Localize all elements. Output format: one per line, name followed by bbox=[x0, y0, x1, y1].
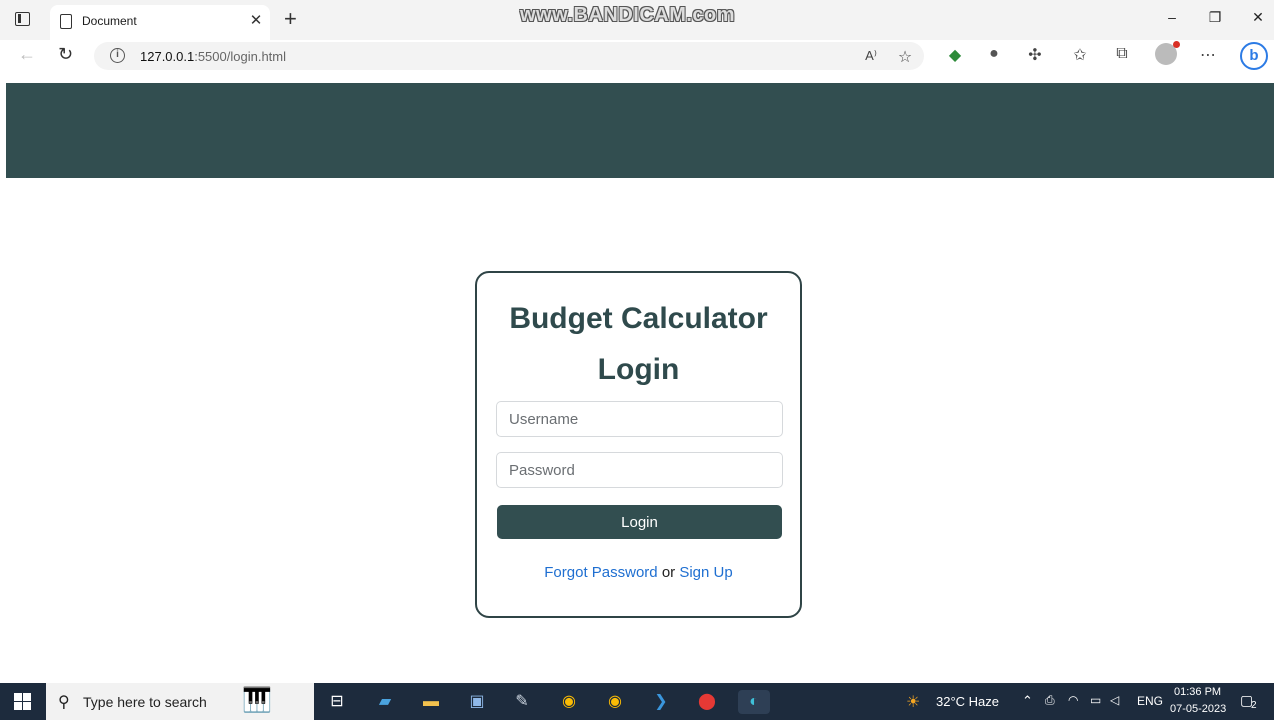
back-arrow-icon[interactable]: ← bbox=[18, 44, 36, 65]
language-indicator[interactable]: ENG bbox=[1137, 694, 1163, 708]
minimize-icon[interactable]: – bbox=[1162, 9, 1182, 25]
chevron-up-icon[interactable]: ⌃ bbox=[1022, 693, 1033, 709]
app-icon-window[interactable]: ▣ bbox=[464, 690, 490, 714]
restore-icon[interactable]: ❐ bbox=[1205, 9, 1225, 26]
edge-icon[interactable]: ◐ bbox=[738, 690, 770, 714]
read-aloud-icon[interactable]: A⁾ bbox=[860, 48, 882, 64]
favorites-icon[interactable]: ✩ bbox=[1069, 45, 1091, 65]
app-icon-paint[interactable]: ✎ bbox=[509, 690, 535, 714]
address-url[interactable]: 127.0.0.1:5500/login.html bbox=[140, 49, 286, 64]
tab-actions-icon[interactable] bbox=[15, 12, 30, 26]
username-input[interactable] bbox=[496, 401, 783, 437]
login-button[interactable]: Login bbox=[497, 505, 782, 539]
notification-count: 2 bbox=[1251, 700, 1257, 711]
browser-toolbar: ← ↻ i 127.0.0.1:5500/login.html A⁾ ☆ ◆ ●… bbox=[0, 40, 1274, 72]
browser-tab[interactable]: Document ✕ bbox=[50, 5, 270, 40]
chrome-icon[interactable]: ◉ bbox=[556, 690, 582, 714]
battery-icon[interactable]: ▭ bbox=[1090, 693, 1101, 707]
page-navbar bbox=[6, 83, 1274, 178]
extension-green-icon[interactable]: ◆ bbox=[944, 45, 966, 65]
taskbar-search[interactable]: ⚲ Type here to search 🎹 bbox=[46, 683, 314, 720]
task-view-icon[interactable]: ⊟ bbox=[324, 690, 350, 714]
search-highlight-icon: 🎹 bbox=[242, 687, 272, 714]
weather-icon[interactable]: ☀ bbox=[906, 692, 920, 712]
search-icon: ⚲ bbox=[58, 694, 70, 711]
meet-icon[interactable]: ⎙ bbox=[1045, 693, 1055, 708]
tab-title: Document bbox=[82, 14, 137, 28]
search-placeholder: Type here to search bbox=[83, 694, 207, 710]
new-tab-button[interactable]: + bbox=[284, 6, 297, 32]
or-text: or bbox=[657, 564, 680, 581]
refresh-icon[interactable]: ↻ bbox=[58, 44, 73, 65]
chrome-profile-icon[interactable]: ◉ bbox=[602, 690, 628, 714]
volume-icon[interactable]: ◁ bbox=[1110, 693, 1119, 707]
document-icon bbox=[60, 14, 72, 29]
sign-up-link[interactable]: Sign Up bbox=[679, 564, 732, 581]
password-input[interactable] bbox=[496, 452, 783, 488]
forgot-password-link[interactable]: Forgot Password bbox=[544, 564, 657, 581]
record-icon[interactable]: ⬤ bbox=[694, 690, 720, 714]
vscode-icon[interactable]: ❯ bbox=[648, 690, 674, 714]
wifi-icon[interactable]: ◠ bbox=[1068, 693, 1078, 707]
favorite-add-icon[interactable]: ☆ bbox=[894, 47, 916, 67]
bing-icon[interactable]: b bbox=[1240, 42, 1268, 70]
weather-text[interactable]: 32°C Haze bbox=[936, 694, 999, 709]
clock-time[interactable]: 01:36 PM bbox=[1174, 686, 1221, 698]
address-bar[interactable]: i 127.0.0.1:5500/login.html A⁾ ☆ bbox=[94, 42, 924, 70]
browser-titlebar: Document ✕ + www.BANDICAM.com – ❐ ✕ bbox=[0, 0, 1274, 40]
file-explorer-icon[interactable]: ▬ bbox=[418, 690, 444, 714]
clock-date[interactable]: 07-05-2023 bbox=[1170, 703, 1226, 715]
windows-taskbar: ⚲ Type here to search 🎹 ⊟ ▰ ▬ ▣ ✎ ◉ ◉ ❯ … bbox=[0, 683, 1274, 720]
close-tab-icon[interactable]: ✕ bbox=[248, 11, 264, 29]
close-window-icon[interactable]: ✕ bbox=[1248, 9, 1268, 26]
login-card: Budget Calculator Login Login Forgot Pas… bbox=[475, 271, 802, 618]
more-menu-icon[interactable]: ⋯ bbox=[1197, 45, 1219, 65]
web-page: Budget Calculator Login Login Forgot Pas… bbox=[6, 83, 1274, 677]
windows-start-icon[interactable] bbox=[14, 693, 31, 710]
app-icon-blue[interactable]: ▰ bbox=[372, 690, 398, 714]
extensions-puzzle-icon[interactable]: ✣ bbox=[1024, 45, 1046, 65]
collections-icon[interactable]: ⧉ bbox=[1111, 45, 1133, 63]
page-title: Budget Calculator Login bbox=[509, 302, 768, 386]
bandicam-watermark: www.BANDICAM.com bbox=[520, 4, 736, 26]
profile-avatar[interactable] bbox=[1155, 41, 1180, 65]
extension-gray-icon[interactable]: ● bbox=[983, 45, 1005, 63]
auth-links: Forgot Password or Sign Up bbox=[477, 564, 800, 581]
site-info-icon[interactable]: i bbox=[110, 48, 125, 63]
